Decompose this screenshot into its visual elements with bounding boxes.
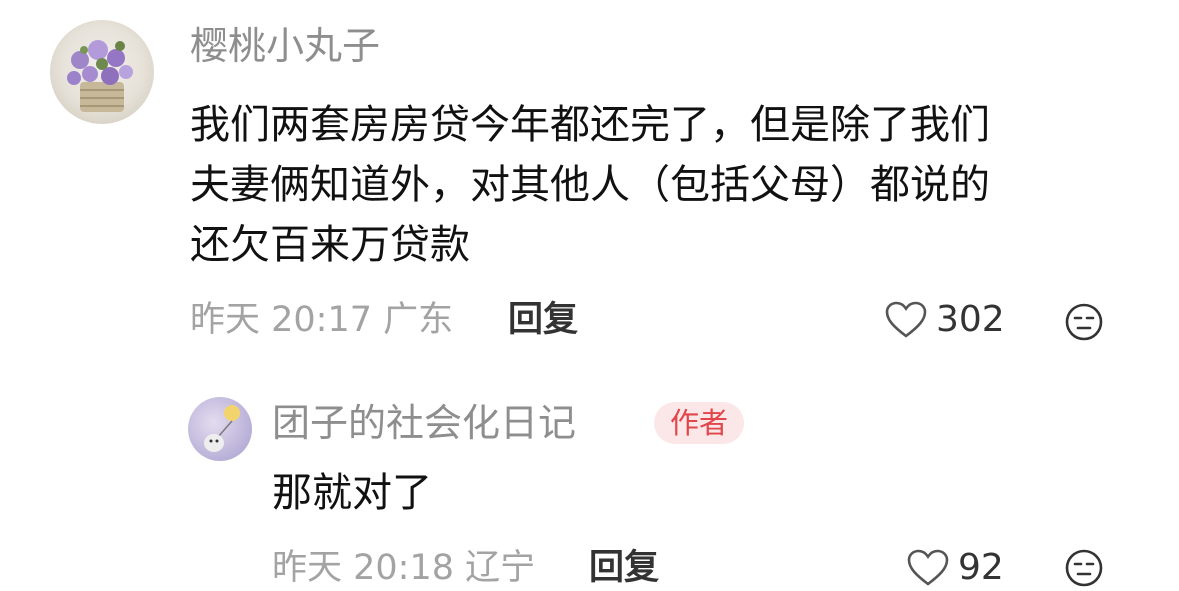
like-button[interactable]: 92 <box>906 546 1004 590</box>
comment-text-line-3: 还欠百来万贷款 <box>190 222 470 268</box>
flower-bouquet-icon <box>67 40 133 112</box>
reply-meta: 昨天 20:18 辽宁 <box>272 548 536 588</box>
author-badge: 作者 <box>654 402 745 444</box>
neutral-face-icon[interactable] <box>1064 548 1104 588</box>
reply-button[interactable]: 回复 <box>508 298 578 342</box>
heart-icon <box>885 301 927 338</box>
comment-text-line-2: 夫妻俩知道外，对其他人（包括父母）都说的 <box>190 162 990 208</box>
reply-button[interactable]: 回复 <box>589 546 659 590</box>
balloon-character-icon <box>204 405 240 452</box>
like-button[interactable]: 302 <box>884 298 1005 342</box>
comment-text-line-1: 我们两套房房贷今年都还完了，但是除了我们 <box>190 102 990 148</box>
comment-meta: 昨天 20:17 广东 <box>190 300 454 340</box>
avatar[interactable] <box>50 20 154 124</box>
avatar[interactable] <box>188 397 252 461</box>
reply-text: 那就对了 <box>272 470 432 516</box>
like-count: 302 <box>936 299 1005 340</box>
neutral-face-icon[interactable] <box>1064 302 1104 342</box>
reply-username[interactable]: 团子的社会化日记 <box>272 399 576 447</box>
comment-username[interactable]: 樱桃小丸子 <box>190 22 380 70</box>
like-count: 92 <box>958 547 1004 588</box>
heart-icon <box>907 549 949 586</box>
